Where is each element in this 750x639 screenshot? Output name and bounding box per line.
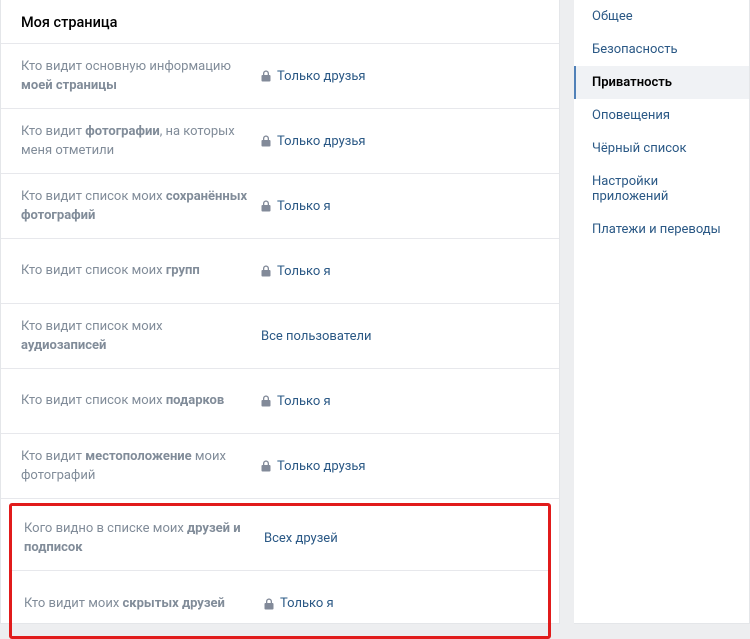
sidebar-item-4[interactable]: Чёрный список xyxy=(574,132,749,165)
privacy-row: Кто видит основную информацию моей стран… xyxy=(1,44,559,109)
sidebar-item-1[interactable]: Безопасность xyxy=(574,33,749,66)
privacy-row: Кого видно в списке моих друзей и подпис… xyxy=(12,506,548,571)
sidebar-item-5[interactable]: Настройки приложений xyxy=(574,165,749,213)
highlighted-rows: Кого видно в списке моих друзей и подпис… xyxy=(9,503,551,639)
sidebar-item-label: Настройки приложений xyxy=(592,174,668,204)
privacy-row-label: Кто видит моих скрытых друзей xyxy=(12,594,264,614)
privacy-row-label: Кто видит список моих групп xyxy=(1,261,261,281)
lock-icon xyxy=(261,460,271,472)
sidebar-item-label: Общее xyxy=(592,9,633,24)
sidebar-item-label: Приватность xyxy=(592,75,672,90)
lock-icon xyxy=(261,395,271,407)
sidebar-item-label: Платежи и переводы xyxy=(592,222,721,237)
privacy-row-label: Кто видит список моих подарков xyxy=(1,391,261,411)
privacy-row-value[interactable]: Только я xyxy=(261,394,559,409)
privacy-row: Кто видит список моих аудиозаписейВсе по… xyxy=(1,304,559,369)
privacy-row: Кто видит местоположение моих фотографий… xyxy=(1,434,559,499)
lock-icon xyxy=(261,70,271,82)
settings-main-panel: Моя страница Кто видит основную информац… xyxy=(0,0,560,624)
privacy-row-label: Кто видит список моих сохранённых фотогр… xyxy=(1,187,261,226)
sidebar-item-label: Чёрный список xyxy=(592,141,686,156)
lock-icon xyxy=(261,200,271,212)
privacy-row: Кто видит фотографии, на которых меня от… xyxy=(1,109,559,174)
section-title: Моя страница xyxy=(1,0,559,44)
sidebar-item-6[interactable]: Платежи и переводы xyxy=(574,213,749,246)
privacy-row: Кто видит моих скрытых друзейТолько я xyxy=(12,571,548,636)
privacy-row-value[interactable]: Только друзья xyxy=(261,459,559,474)
privacy-row: Кто видит список моих группТолько я xyxy=(1,239,559,304)
lock-icon xyxy=(261,135,271,147)
sidebar-item-2[interactable]: Приватность xyxy=(574,66,749,99)
privacy-row-label: Кто видит список моих аудиозаписей xyxy=(1,317,261,356)
privacy-row: Кто видит список моих сохранённых фотогр… xyxy=(1,174,559,239)
privacy-row-value[interactable]: Только я xyxy=(261,199,559,214)
privacy-row-label: Кто видит основную информацию моей стран… xyxy=(1,57,261,96)
privacy-row-value[interactable]: Всех друзей xyxy=(264,531,548,546)
sidebar-item-label: Оповещения xyxy=(592,108,670,123)
settings-sidebar: Общее Безопасность Приватность Оповещения Чё… xyxy=(574,0,750,624)
sidebar-item-label: Безопасность xyxy=(592,42,678,57)
lock-icon xyxy=(264,598,274,610)
privacy-row-value[interactable]: Только я xyxy=(261,264,559,279)
privacy-row-value[interactable]: Только я xyxy=(264,596,548,611)
sidebar-item-3[interactable]: Оповещения xyxy=(574,99,749,132)
privacy-row-value[interactable]: Все пользователи xyxy=(261,329,559,344)
privacy-row-label: Кого видно в списке моих друзей и подпис… xyxy=(12,519,264,558)
sidebar-item-0[interactable]: Общее xyxy=(574,0,749,33)
lock-icon xyxy=(261,265,271,277)
privacy-row-value[interactable]: Только друзья xyxy=(261,134,559,149)
privacy-row-label: Кто видит местоположение моих фотографий xyxy=(1,447,261,486)
privacy-row-value[interactable]: Только друзья xyxy=(261,69,559,84)
privacy-row-label: Кто видит фотографии, на которых меня от… xyxy=(1,122,261,161)
privacy-row: Кто видит список моих подарковТолько я xyxy=(1,369,559,434)
